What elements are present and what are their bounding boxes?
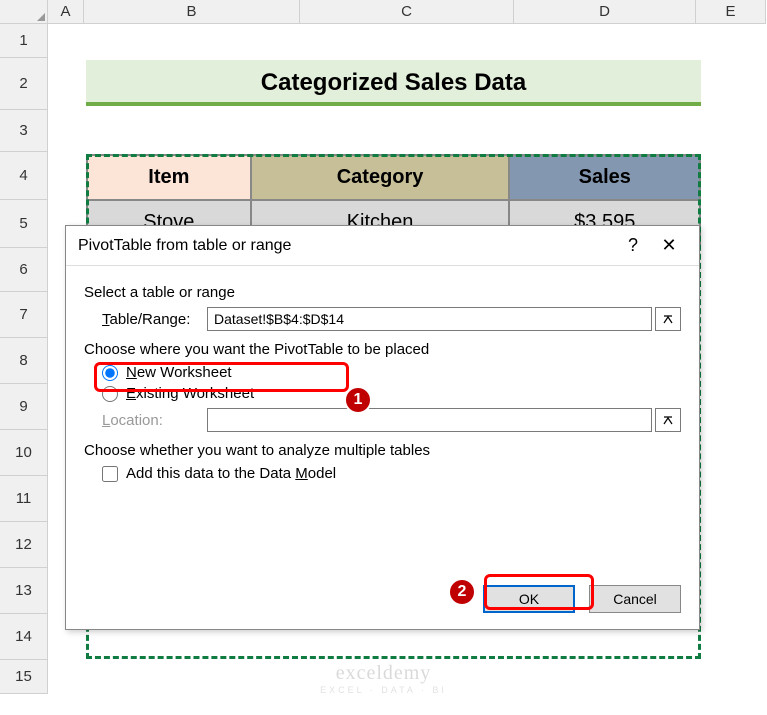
column-header-E[interactable]: E xyxy=(696,0,766,24)
row-header-3[interactable]: 3 xyxy=(0,110,48,152)
row-header-6[interactable]: 6 xyxy=(0,248,48,292)
page-title: Categorized Sales Data xyxy=(86,60,701,106)
collapse-icon xyxy=(662,313,674,325)
collapse-range-button[interactable] xyxy=(655,307,681,331)
checkbox-data-model[interactable] xyxy=(102,466,118,482)
section-select-range: Select a table or range xyxy=(84,284,681,301)
column-headers: ABCDE xyxy=(48,0,767,24)
dialog-button-row: OK Cancel xyxy=(483,585,681,613)
dialog-body: Select a table or range Table/Range: Cho… xyxy=(66,266,699,498)
collapse-location-button[interactable] xyxy=(655,408,681,432)
annotation-callout-2: 2 xyxy=(448,578,476,606)
row-header-13[interactable]: 13 xyxy=(0,568,48,614)
collapse-icon xyxy=(662,414,674,426)
row-header-1[interactable]: 1 xyxy=(0,24,48,58)
col-header-item: Item xyxy=(87,155,251,200)
pivottable-dialog: PivotTable from table or range ? ✕ Selec… xyxy=(65,225,700,630)
row-header-11[interactable]: 11 xyxy=(0,476,48,522)
close-button[interactable]: ✕ xyxy=(651,228,687,264)
help-button[interactable]: ? xyxy=(615,228,651,264)
section-placement: Choose where you want the PivotTable to … xyxy=(84,341,681,358)
row-header-5[interactable]: 5 xyxy=(0,200,48,248)
ok-button[interactable]: OK xyxy=(483,585,575,613)
radio-new-worksheet-label: New Worksheet xyxy=(126,364,232,381)
section-multiple-tables: Choose whether you want to analyze multi… xyxy=(84,442,681,459)
row-header-12[interactable]: 12 xyxy=(0,522,48,568)
column-header-D[interactable]: D xyxy=(514,0,696,24)
checkbox-data-model-label: Add this data to the Data Model xyxy=(126,465,336,482)
cancel-button[interactable]: Cancel xyxy=(589,585,681,613)
row-header-8[interactable]: 8 xyxy=(0,338,48,384)
radio-existing-worksheet-label: Existing Worksheet xyxy=(126,385,254,402)
dialog-title: PivotTable from table or range xyxy=(78,237,615,255)
radio-new-worksheet[interactable] xyxy=(102,365,118,381)
row-header-2[interactable]: 2 xyxy=(0,58,48,110)
location-input[interactable] xyxy=(207,408,652,432)
select-all-corner[interactable] xyxy=(0,0,48,24)
row-header-10[interactable]: 10 xyxy=(0,430,48,476)
column-header-A[interactable]: A xyxy=(48,0,84,24)
row-header-7[interactable]: 7 xyxy=(0,292,48,338)
col-header-sales: Sales xyxy=(509,155,700,200)
row-header-14[interactable]: 14 xyxy=(0,614,48,660)
location-label: Location: xyxy=(102,412,207,429)
row-header-4[interactable]: 4 xyxy=(0,152,48,200)
dialog-titlebar: PivotTable from table or range ? ✕ xyxy=(66,226,699,266)
table-range-label: Table/Range: xyxy=(102,311,207,328)
row-header-15[interactable]: 15 xyxy=(0,660,48,694)
radio-existing-worksheet[interactable] xyxy=(102,386,118,402)
col-header-category: Category xyxy=(251,155,510,200)
row-header-9[interactable]: 9 xyxy=(0,384,48,430)
column-header-C[interactable]: C xyxy=(300,0,514,24)
table-range-input[interactable] xyxy=(207,307,652,331)
row-headers: 123456789101112131415 xyxy=(0,24,48,694)
column-header-B[interactable]: B xyxy=(84,0,300,24)
